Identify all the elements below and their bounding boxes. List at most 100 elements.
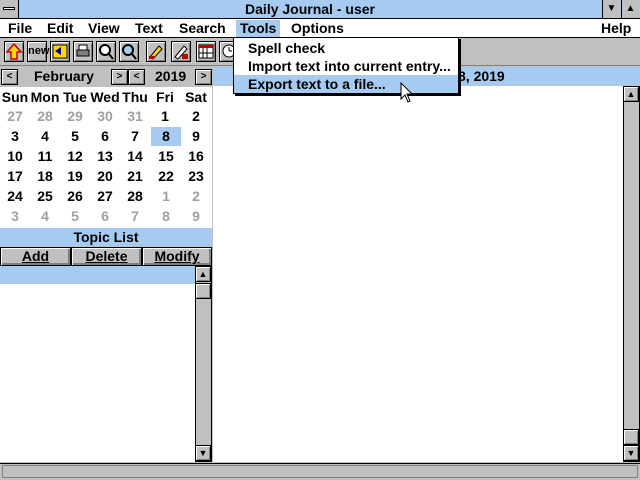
calendar-day[interactable]: 21 bbox=[120, 167, 150, 186]
calendar-day[interactable]: 14 bbox=[120, 147, 150, 166]
editor-scroll-down-icon[interactable]: ▼ bbox=[623, 445, 639, 461]
calendar-day[interactable]: 3 bbox=[0, 127, 30, 146]
editor-scroll-up-icon[interactable]: ▲ bbox=[623, 86, 639, 102]
calendar-day[interactable]: 22 bbox=[151, 167, 181, 186]
calendar-day[interactable]: 17 bbox=[0, 167, 30, 186]
scroll-up-icon[interactable]: ▲ bbox=[195, 266, 211, 282]
add-label: Add bbox=[21, 248, 50, 264]
calendar-day[interactable]: 23 bbox=[181, 167, 211, 186]
month-label: February bbox=[34, 68, 94, 84]
open-icon[interactable] bbox=[4, 41, 24, 62]
calendar-day[interactable]: 27 bbox=[90, 187, 120, 206]
menu-search[interactable]: Search bbox=[175, 20, 230, 37]
menu-item-import-text[interactable]: Import text into current entry... bbox=[234, 57, 458, 75]
modify-topic-button[interactable]: Modify bbox=[142, 247, 212, 266]
calendar-day[interactable]: 12 bbox=[60, 147, 90, 166]
find-icon[interactable] bbox=[96, 41, 116, 62]
calendar-day[interactable]: 5 bbox=[60, 127, 90, 146]
calendar-day[interactable]: 4 bbox=[30, 207, 60, 226]
calendar-day[interactable]: 29 bbox=[60, 107, 90, 126]
calendar-day[interactable]: 6 bbox=[90, 207, 120, 226]
menu-edit[interactable]: Edit bbox=[43, 20, 77, 37]
weekday-label: Mon bbox=[30, 89, 60, 105]
calendar-day[interactable]: 2 bbox=[181, 187, 211, 206]
topic-list-header: Topic List bbox=[0, 228, 212, 246]
calendar-day[interactable]: 5 bbox=[60, 207, 90, 226]
menu-tools[interactable]: Tools bbox=[236, 20, 281, 37]
calendar-day[interactable]: 1 bbox=[151, 187, 181, 206]
tools-menu-dropdown: Spell check Import text into current ent… bbox=[233, 37, 459, 94]
modify-label: Modify bbox=[154, 248, 200, 264]
clear-highlight-icon[interactable] bbox=[171, 41, 191, 62]
calendar-day-selected[interactable]: 8 bbox=[151, 127, 181, 146]
editor-scroll-thumb[interactable] bbox=[623, 429, 639, 445]
calendar-day[interactable]: 15 bbox=[151, 147, 181, 166]
journal-entry-editor[interactable] bbox=[213, 86, 623, 462]
calendar-day[interactable]: 2 bbox=[181, 107, 211, 126]
calendar-day[interactable]: 7 bbox=[120, 207, 150, 226]
minimize-button[interactable]: ▼ bbox=[602, 0, 620, 18]
menu-text[interactable]: Text bbox=[131, 20, 167, 37]
menu-item-spell-check[interactable]: Spell check bbox=[234, 39, 458, 57]
print-icon[interactable] bbox=[73, 41, 93, 62]
weekday-label: Tue bbox=[63, 89, 87, 105]
scroll-thumb[interactable] bbox=[195, 283, 211, 299]
calendar-day[interactable]: 3 bbox=[0, 207, 30, 226]
calendar-day[interactable]: 16 bbox=[181, 147, 211, 166]
next-year-button[interactable]: > bbox=[195, 69, 212, 85]
highlight-icon[interactable] bbox=[146, 41, 166, 62]
editor-scrollbar[interactable] bbox=[623, 86, 640, 462]
calendar-day[interactable]: 24 bbox=[0, 187, 30, 206]
weekday-label: Sat bbox=[185, 89, 207, 105]
system-menu-button[interactable] bbox=[0, 0, 19, 18]
calendar-day[interactable]: 19 bbox=[60, 167, 90, 186]
calendar-day[interactable]: 10 bbox=[0, 147, 30, 166]
weekday-label: Fri bbox=[156, 89, 174, 105]
calendar-day[interactable]: 20 bbox=[90, 167, 120, 186]
calendar-day[interactable]: 25 bbox=[30, 187, 60, 206]
calendar-day[interactable]: 26 bbox=[60, 187, 90, 206]
calendar-day[interactable]: 30 bbox=[90, 107, 120, 126]
prev-year-button[interactable]: < bbox=[128, 69, 145, 85]
menu-help[interactable]: Help bbox=[597, 20, 635, 37]
new-label: new bbox=[28, 45, 50, 57]
calendar-day[interactable]: 9 bbox=[181, 127, 211, 146]
calendar-day[interactable]: 28 bbox=[30, 107, 60, 126]
menu-bar: File Edit View Text Search Tools Options… bbox=[0, 19, 640, 38]
find-next-icon[interactable] bbox=[119, 41, 139, 62]
calendar-day[interactable]: 8 bbox=[151, 207, 181, 226]
delete-label: Delete bbox=[85, 248, 128, 264]
calendar-day[interactable]: 27 bbox=[0, 107, 30, 126]
calendar-day[interactable]: 13 bbox=[90, 147, 120, 166]
weekday-label: Thu bbox=[122, 89, 148, 105]
calendar-day[interactable]: 4 bbox=[30, 127, 60, 146]
calendar-day[interactable]: 31 bbox=[120, 107, 150, 126]
year-label: 2019 bbox=[155, 68, 187, 84]
weekday-label: Wed bbox=[90, 89, 120, 105]
title-bar: Daily Journal - user ▼ ▲ bbox=[0, 0, 640, 19]
calendar-day[interactable]: 9 bbox=[181, 207, 211, 226]
topic-list[interactable] bbox=[0, 266, 195, 462]
window-title: Daily Journal - user bbox=[245, 1, 375, 17]
menu-item-export-text[interactable]: Export text to a file... bbox=[234, 75, 458, 93]
calendar-day[interactable]: 6 bbox=[90, 127, 120, 146]
calendar-day[interactable]: 18 bbox=[30, 167, 60, 186]
prev-month-button[interactable]: < bbox=[1, 69, 18, 85]
mouse-pointer-icon bbox=[400, 82, 414, 103]
calendar-day[interactable]: 1 bbox=[150, 107, 180, 126]
menu-options[interactable]: Options bbox=[287, 20, 348, 37]
maximize-button[interactable]: ▲ bbox=[621, 0, 639, 18]
add-topic-button[interactable]: Add bbox=[0, 247, 71, 266]
new-entry-icon[interactable]: new bbox=[27, 41, 50, 62]
menu-view[interactable]: View bbox=[84, 20, 124, 37]
delete-topic-button[interactable]: Delete bbox=[71, 247, 142, 266]
calendar-day[interactable]: 7 bbox=[120, 127, 150, 146]
scroll-down-icon[interactable]: ▼ bbox=[195, 445, 211, 461]
menu-file[interactable]: File bbox=[4, 20, 36, 37]
calendar-day[interactable]: 28 bbox=[120, 187, 150, 206]
calendar-day[interactable]: 11 bbox=[30, 147, 60, 166]
topic-list-selected-row[interactable] bbox=[0, 266, 195, 284]
calendar-icon[interactable] bbox=[196, 41, 216, 62]
import-icon[interactable] bbox=[50, 41, 70, 62]
next-month-button[interactable]: > bbox=[111, 69, 128, 85]
